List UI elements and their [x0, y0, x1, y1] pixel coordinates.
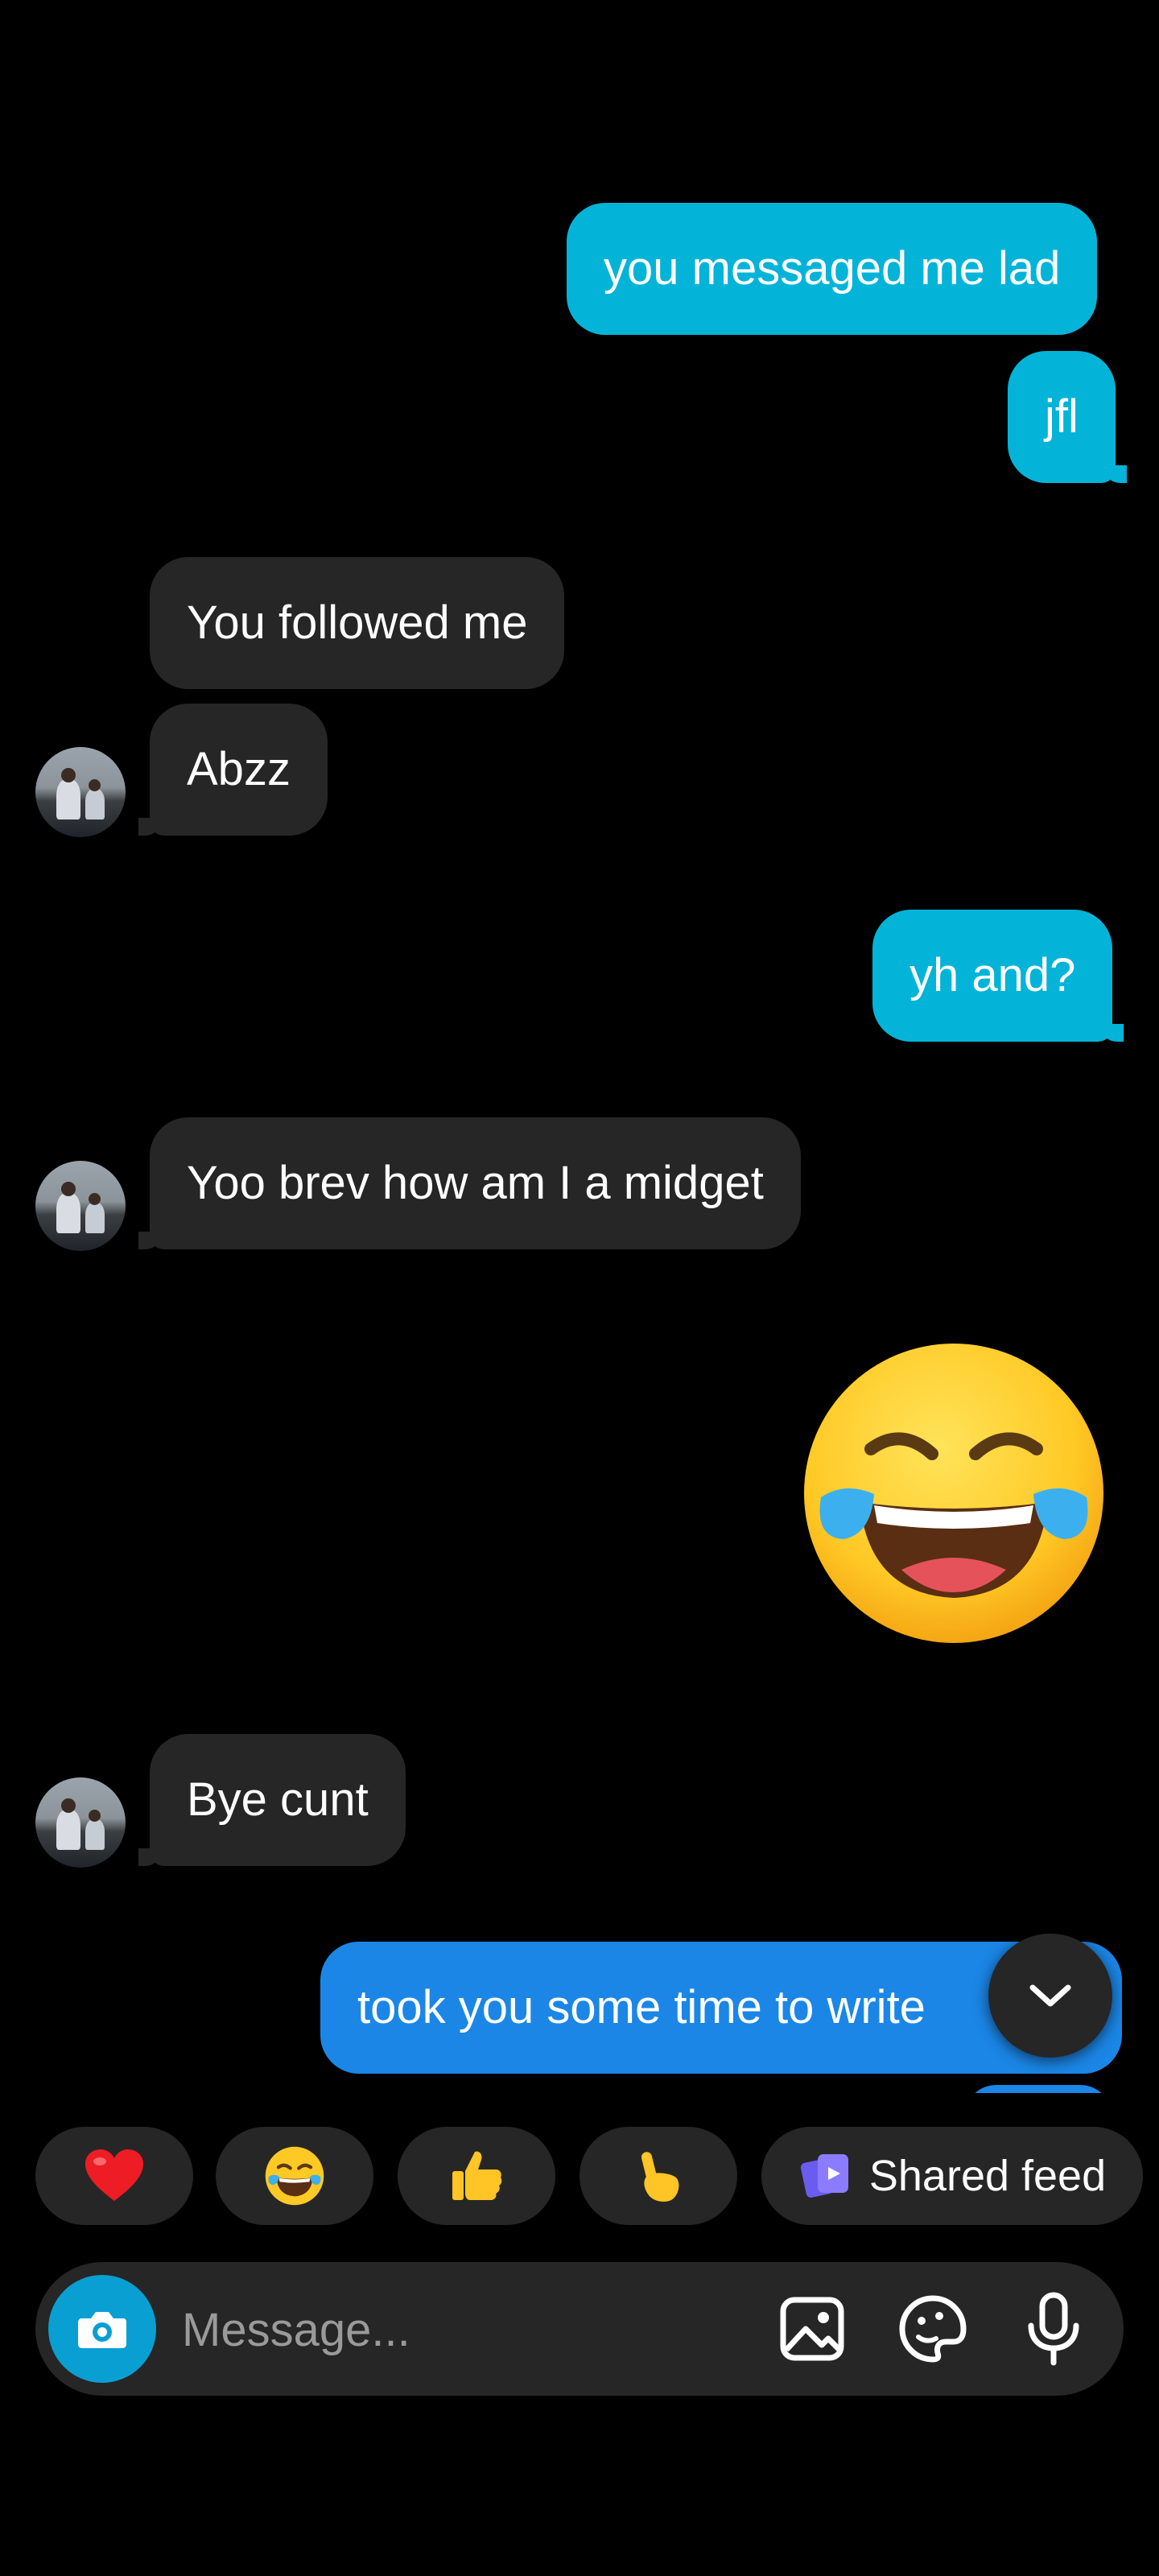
avatar-figure-head	[89, 1810, 101, 1822]
bubble-tail	[1102, 465, 1127, 483]
quick-reaction-heart[interactable]	[35, 2127, 193, 2225]
message-text: jfl	[1045, 390, 1079, 443]
bubble-tail	[1099, 1024, 1124, 1042]
pointing-hand-icon	[641, 2152, 679, 2202]
message-bubble-sent-partial	[964, 2085, 1112, 2093]
quick-reaction-point-up[interactable]	[580, 2127, 737, 2225]
gallery-icon	[780, 2297, 844, 2361]
avatar-figure	[56, 1193, 80, 1233]
avatar-figure	[85, 789, 105, 819]
sender-avatar[interactable]	[35, 1161, 126, 1251]
chat-thread[interactable]: you messaged me lad jfl You followed me …	[0, 0, 1159, 2093]
bubble-tail	[138, 818, 163, 836]
shared-feed-icon	[800, 2154, 848, 2198]
avatar-figure	[56, 779, 80, 819]
message-text: You followed me	[187, 597, 528, 649]
microphone-button[interactable]	[1017, 2292, 1090, 2366]
thumbs-up-icon	[452, 2151, 502, 2200]
microphone-icon	[1028, 2292, 1079, 2366]
face-with-tears-of-joy-icon	[265, 2146, 324, 2206]
message-text: took you some time to write	[357, 1981, 926, 2033]
scroll-to-bottom-button[interactable]	[988, 1934, 1112, 2058]
sender-avatar[interactable]	[35, 1777, 126, 1868]
quick-reaction-laugh[interactable]	[216, 2127, 373, 2225]
avatar-figure-head	[61, 768, 76, 782]
message-bubble-received[interactable]: Bye cunt	[138, 1734, 406, 1866]
sticker-button[interactable]	[897, 2293, 969, 2365]
message-text: yh and?	[909, 949, 1076, 1001]
message-text: Bye cunt	[187, 1773, 369, 1826]
camera-icon	[78, 2312, 126, 2348]
sticker-icon	[899, 2295, 967, 2363]
camera-button[interactable]	[48, 2275, 156, 2383]
quick-reactions-bar: Shared feed	[0, 2127, 1159, 2227]
avatar-figure-head	[89, 1193, 101, 1205]
avatar-figure-head	[61, 1182, 76, 1196]
message-input[interactable]	[180, 2285, 763, 2375]
avatar-figure-head	[89, 779, 101, 791]
face-with-tears-of-joy-icon[interactable]	[797, 1336, 1111, 1650]
message-bubble-received[interactable]: Abzz	[138, 704, 328, 836]
avatar-figure	[85, 1203, 105, 1233]
quick-reaction-thumbs-up[interactable]	[398, 2127, 555, 2225]
sender-avatar[interactable]	[35, 747, 126, 837]
avatar-figure-head	[61, 1798, 76, 1813]
message-text: you messaged me lad	[604, 242, 1061, 295]
message-text: Abzz	[187, 743, 291, 795]
message-composer	[35, 2262, 1124, 2396]
bubble-tail	[138, 1232, 163, 1249]
shared-feed-label: Shared feed	[868, 2152, 1107, 2200]
gallery-button[interactable]	[776, 2293, 848, 2365]
message-text: Yoo brev how am I a midget	[187, 1157, 764, 1209]
message-bubble-sent[interactable]: yh and?	[872, 910, 1124, 1042]
message-bubble-sent[interactable]: you messaged me lad	[567, 203, 1098, 335]
avatar-figure	[85, 1819, 105, 1850]
avatar-figure	[56, 1810, 80, 1850]
red-heart-icon	[85, 2149, 143, 2201]
bubble-tail	[138, 1848, 163, 1866]
message-bubble-received[interactable]: Yoo brev how am I a midget	[138, 1117, 801, 1249]
message-bubble-received[interactable]: You followed me	[150, 557, 565, 689]
message-bubble-sent[interactable]: jfl	[1008, 351, 1127, 483]
chevron-down-icon	[1029, 1984, 1071, 2007]
shared-feed-button[interactable]: Shared feed	[761, 2127, 1143, 2225]
